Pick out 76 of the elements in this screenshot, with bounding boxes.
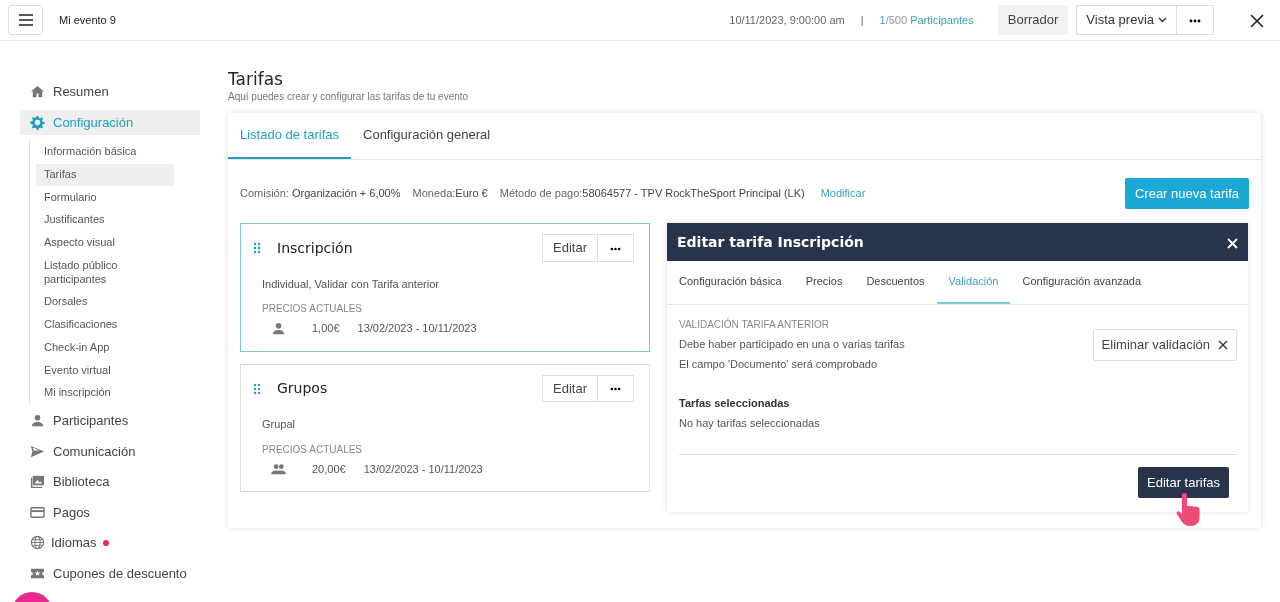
empty-message: No hay tarifas seleccionadas: [679, 416, 821, 432]
drag-handle-icon[interactable]: [253, 382, 261, 395]
price-amount: 20,00€: [312, 461, 346, 477]
more-button[interactable]: [1177, 5, 1214, 35]
more-icon: [1189, 18, 1201, 23]
close-icon: [1227, 237, 1238, 249]
status-button[interactable]: Borrador: [997, 5, 1069, 35]
rate-name: Grupos: [277, 379, 328, 399]
sidebar-item[interactable]: Resumen: [20, 79, 200, 105]
person-icon: [30, 413, 45, 429]
sidebar-subitem[interactable]: Evento virtual: [36, 359, 174, 382]
sidebar-subitem[interactable]: Tarifas: [36, 163, 174, 186]
edit-button[interactable]: Editar: [542, 234, 598, 262]
person-icon: [271, 321, 286, 337]
more-icon: [610, 246, 621, 251]
drag-handle-icon[interactable]: [253, 242, 261, 255]
rate-name: Inscripción: [277, 238, 353, 258]
page-title: Tarifas: [228, 69, 284, 90]
globe-icon: [30, 535, 45, 551]
remove-validation-button[interactable]: Eliminar validación: [1092, 329, 1237, 361]
price-dates: 13/02/2023 - 10/11/2023: [357, 321, 477, 337]
sidebar-item[interactable]: Cupones de descuento: [20, 560, 200, 586]
sidebar-item[interactable]: Participantes: [20, 408, 200, 434]
sidebar-subitem[interactable]: Información básica: [36, 141, 174, 163]
sidebar-subitem[interactable]: Aspecto visual: [36, 232, 174, 254]
rate-card[interactable]: Grupos Editar Grupal PRECIOS ACTUALES 20,00€ 13/02/2023 - 10/11/2023: [240, 363, 650, 493]
section-heading: VALIDACIÓN TARIFA ANTERIOR: [679, 317, 831, 332]
tab[interactable]: Configuración básica: [667, 261, 794, 304]
event-date: 10/11/2023, 9:00:00 am: [729, 12, 845, 28]
send-icon: [30, 443, 45, 459]
close-icon: [1250, 13, 1264, 28]
more-icon: [610, 387, 621, 392]
page-subtitle: Aquí puedes crear y configurar las tarifas de tu evento: [228, 90, 470, 105]
image-folder-icon: [30, 474, 45, 490]
settings-icon: [30, 114, 45, 130]
payment-method-label: Método de pago:58064577 - TPV RockTheSport Principal (LK): [499, 186, 805, 202]
sidebar-item[interactable]: Comunicación: [20, 438, 200, 464]
sidebar-item[interactable]: Biblioteca: [20, 469, 200, 495]
currency-label: Moneda:Euro €: [412, 186, 488, 202]
edit-rates-button[interactable]: Editar tarifas: [1138, 466, 1229, 499]
tab[interactable]: Precios: [793, 261, 855, 304]
sidebar-subitem[interactable]: Formulario: [36, 186, 174, 209]
prices-heading: PRECIOS ACTUALES: [262, 442, 364, 457]
edit-button[interactable]: Editar: [542, 374, 598, 403]
menu-icon: [18, 14, 33, 26]
sidebar-subitem[interactable]: Listado público participantes: [36, 254, 174, 291]
close-icon: [1218, 339, 1228, 350]
credit-card-icon: [30, 504, 45, 520]
people-icon: [271, 461, 286, 477]
separator-text: |: [860, 12, 864, 28]
sidebar-item[interactable]: Idiomas: [20, 530, 200, 556]
tab[interactable]: Configuración avanzada: [1010, 261, 1154, 304]
sidebar-subitem[interactable]: Dorsales: [36, 291, 174, 313]
rate-card[interactable]: Inscripción Editar Individual, Validar con Tarifa anterior PRECIOS ACTUALES 1,00€ 13/02/2023 - 10/11/2023: [240, 223, 650, 352]
menu-button[interactable]: [8, 5, 43, 35]
commission-label: Comisión: Organización + 6,00%: [240, 186, 401, 202]
info-text: El campo 'Documento' será comprobado: [679, 357, 879, 373]
price-amount: 1,00€: [312, 321, 340, 337]
home-icon: [30, 84, 45, 100]
tab[interactable]: Descuentos: [854, 261, 937, 304]
caret-icon: [1158, 17, 1167, 23]
info-text: Debe haber participado en una o varias tarifas: [679, 336, 905, 352]
sidebar-item[interactable]: Pagos: [20, 499, 200, 525]
selected-rates-heading: Tarfas seleccionadas: [679, 395, 791, 411]
event-title: Mi evento 9: [59, 12, 116, 28]
sidebar-subitem[interactable]: Clasificaciones: [36, 314, 174, 336]
prices-heading: PRECIOS ACTUALES: [262, 302, 364, 317]
preview-dropdown[interactable]: Vista previa: [1076, 5, 1177, 35]
rate-description: Individual, Validar con Tarifa anterior: [262, 276, 440, 292]
rate-description: Grupal: [262, 417, 297, 433]
sidebar-subitem[interactable]: Justificantes: [36, 209, 174, 231]
sidebar-subitem[interactable]: Mi inscripción: [36, 382, 174, 404]
sidebar-subitem[interactable]: Check-in App: [36, 336, 174, 359]
panel-title: Editar tarifa Inscripción: [677, 232, 864, 252]
price-dates: 13/02/2023 - 10/11/2023: [363, 461, 483, 477]
tab[interactable]: Configuración general: [351, 113, 503, 159]
